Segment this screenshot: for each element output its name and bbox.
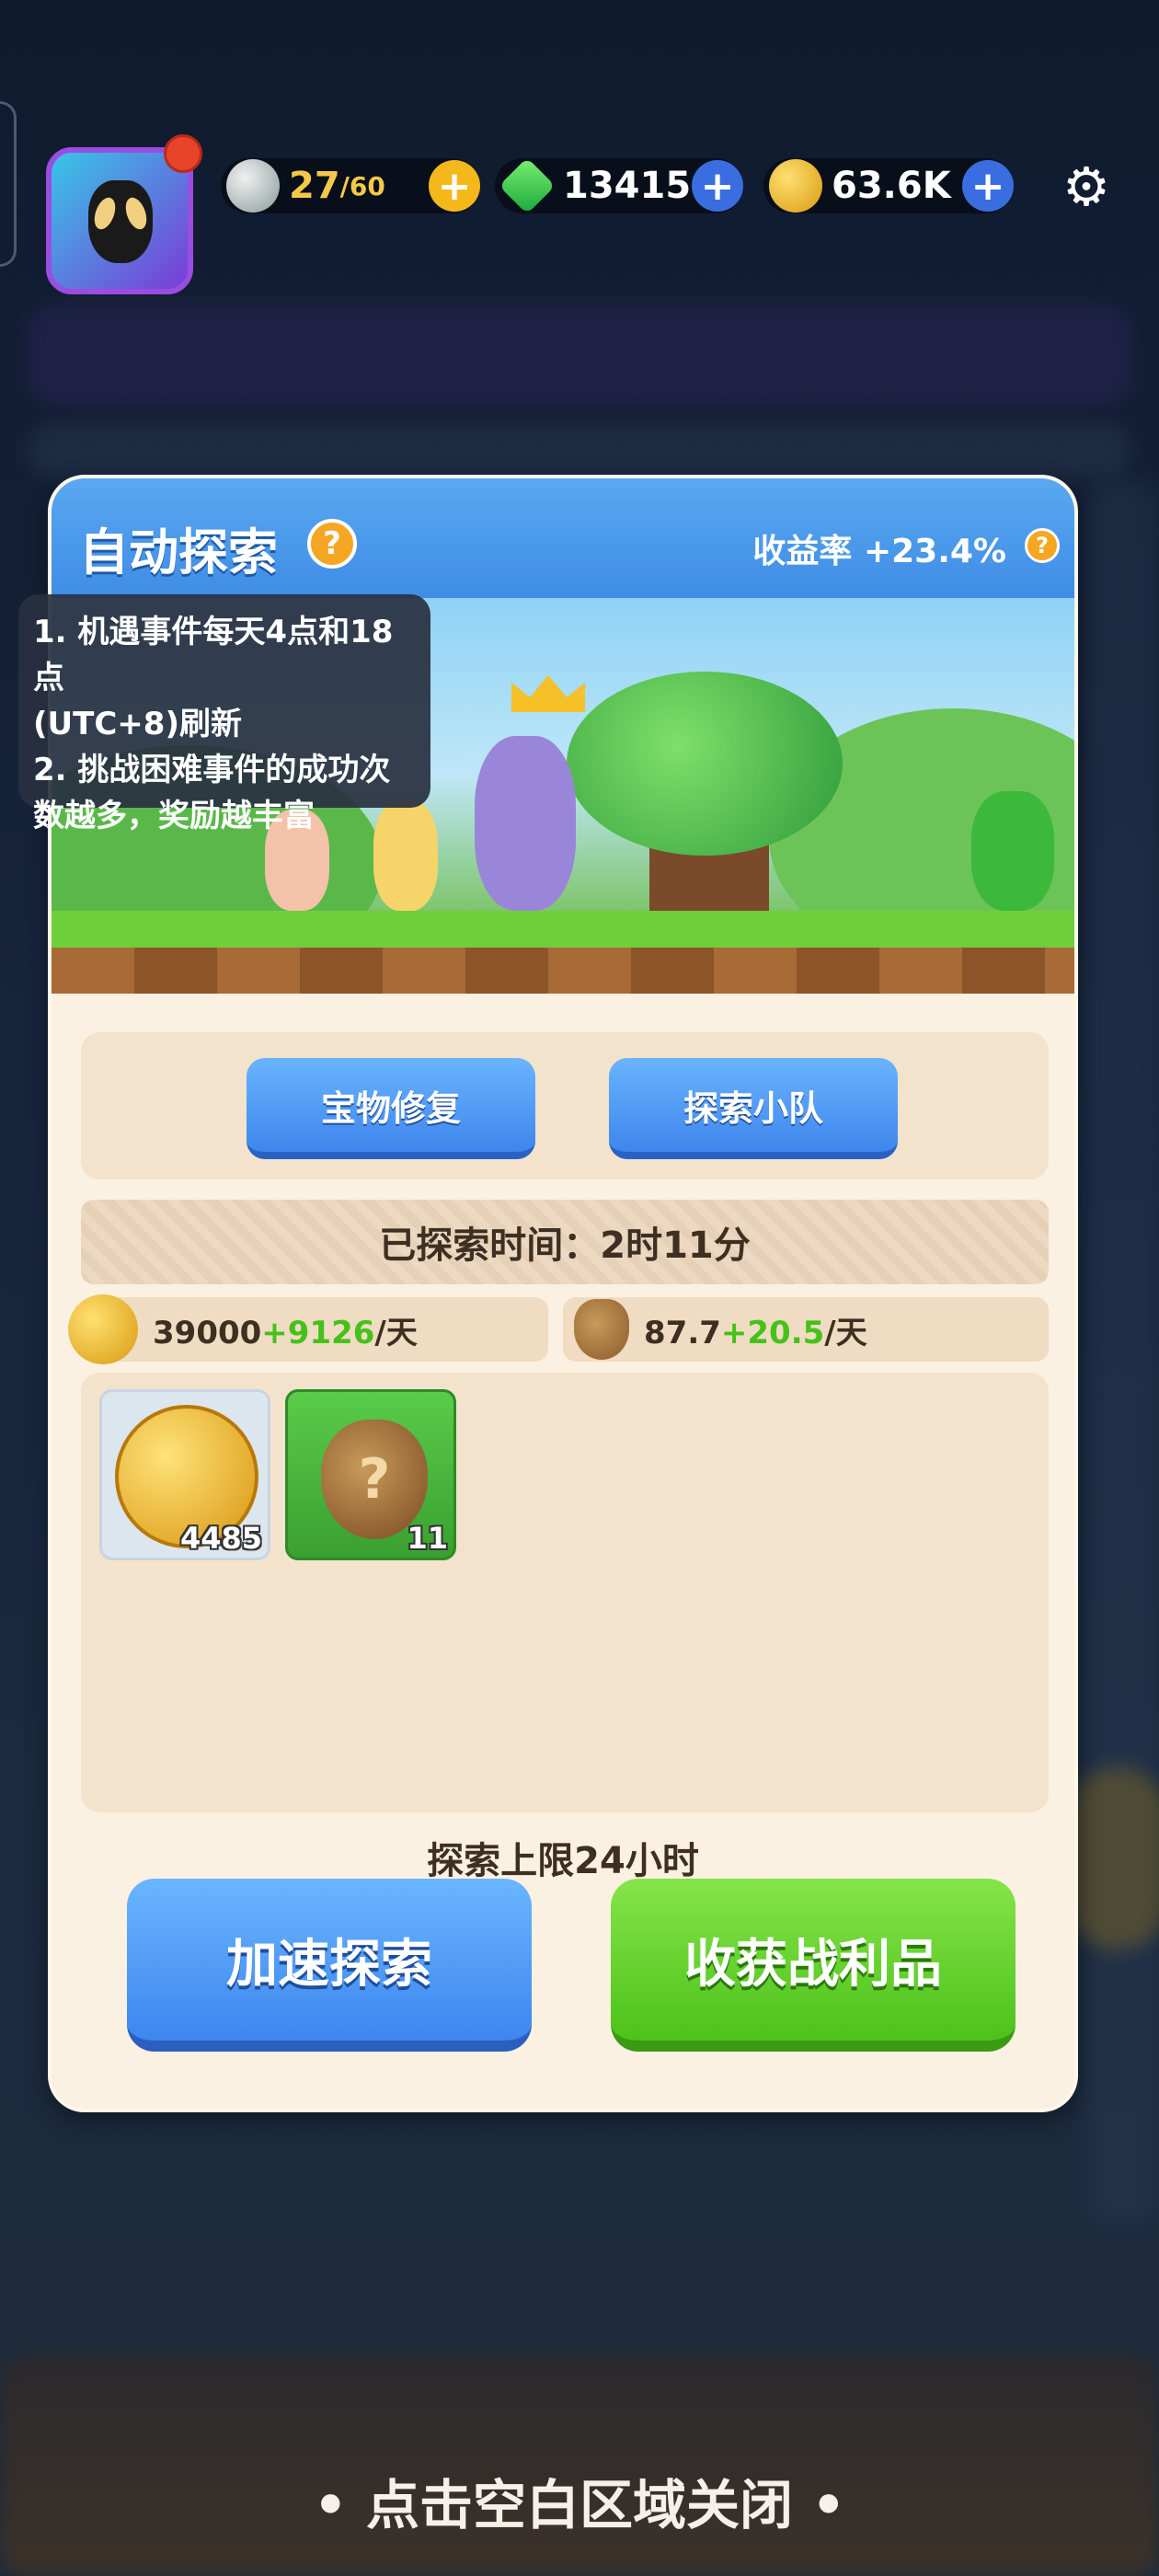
stamina-max: /60	[339, 170, 385, 201]
tooltip-line: (UTC+8)刷新	[33, 706, 242, 742]
coin-value: 63.6K	[832, 165, 951, 207]
panel-title: 自动探索	[79, 523, 278, 581]
bag-rate-text: 87.7+20.5/天	[644, 1314, 867, 1351]
rate-help-icon[interactable]: ?	[1025, 528, 1060, 563]
treasure-repair-button[interactable]: 宝物修复	[247, 1058, 535, 1159]
info-tooltip: 1. 机遇事件每天4点和18点 (UTC+8)刷新 2. 挑战困难事件的成功次 …	[18, 594, 430, 834]
loot-count: 11	[407, 1521, 448, 1556]
notification-dot	[164, 134, 202, 173]
yield-rate-label: 收益率 +23.4%	[752, 533, 1006, 570]
loot-item-mystery-bag[interactable]: ? 11	[285, 1389, 456, 1560]
gold-coin-icon	[769, 159, 822, 213]
tooltip-line: 1. 机遇事件每天4点和18点	[33, 614, 394, 696]
loot-bag-icon	[574, 1299, 629, 1360]
add-coins-button[interactable]: +	[962, 160, 1014, 212]
stamina-counter: 27/60 +	[221, 158, 480, 213]
background-coin	[1067, 1766, 1159, 1950]
big-tree	[567, 672, 843, 856]
side-tab[interactable]	[0, 101, 17, 267]
add-stamina-button[interactable]: +	[429, 160, 480, 212]
add-gems-button[interactable]: +	[692, 160, 743, 212]
bag-rate-row: 87.7+20.5/天	[563, 1297, 1049, 1362]
explore-team-button[interactable]: 探索小队	[609, 1058, 898, 1159]
goblin-enemy	[971, 791, 1054, 911]
avatar-portrait-icon	[88, 180, 153, 263]
loot-area: 4485 ? 11	[81, 1373, 1049, 1812]
hero-ninja	[475, 736, 576, 911]
coin-rate-text: 39000+9126/天	[153, 1314, 418, 1351]
gold-coin-icon	[68, 1294, 138, 1364]
panel-header: 自动探索 ? 收益率 +23.4% ?	[52, 478, 1074, 598]
dirt-path	[52, 948, 1074, 994]
background-sidebar	[1085, 478, 1159, 2226]
tooltip-line: 2. 挑战困难事件的成功次	[33, 752, 391, 788]
stamina-value: 27	[289, 165, 340, 207]
loot-item-crown-coin[interactable]: 4485	[99, 1389, 270, 1560]
speed-up-explore-button[interactable]: 加速探索	[127, 1879, 532, 2052]
explored-time-bar: 已探索时间：2时11分	[81, 1200, 1049, 1284]
tooltip-line: 数越多，奖励越丰富	[33, 798, 315, 834]
title-help-icon[interactable]: ?	[307, 519, 357, 569]
explore-limit-text: 探索上限24小时	[427, 1840, 699, 1882]
gem-value: 13415	[563, 165, 692, 207]
background-bar	[28, 423, 1131, 478]
gem-counter: 13415 +	[495, 157, 743, 214]
gear-icon[interactable]: ⚙	[1056, 155, 1117, 218]
background-banner	[28, 304, 1131, 405]
collect-loot-button[interactable]: 收获战利品	[611, 1879, 1016, 2052]
coin-rate-row: 39000+9126/天	[68, 1294, 548, 1364]
action-button-area: 宝物修复 探索小队	[81, 1032, 1049, 1179]
crown-icon	[511, 675, 585, 712]
green-gem-icon	[499, 157, 556, 214]
coin-counter: 63.6K +	[763, 158, 1014, 213]
loot-count: 4485	[179, 1521, 262, 1556]
close-hint[interactable]: • 点击空白区域关闭 •	[0, 2462, 1159, 2539]
stamina-orb-icon	[226, 159, 280, 213]
